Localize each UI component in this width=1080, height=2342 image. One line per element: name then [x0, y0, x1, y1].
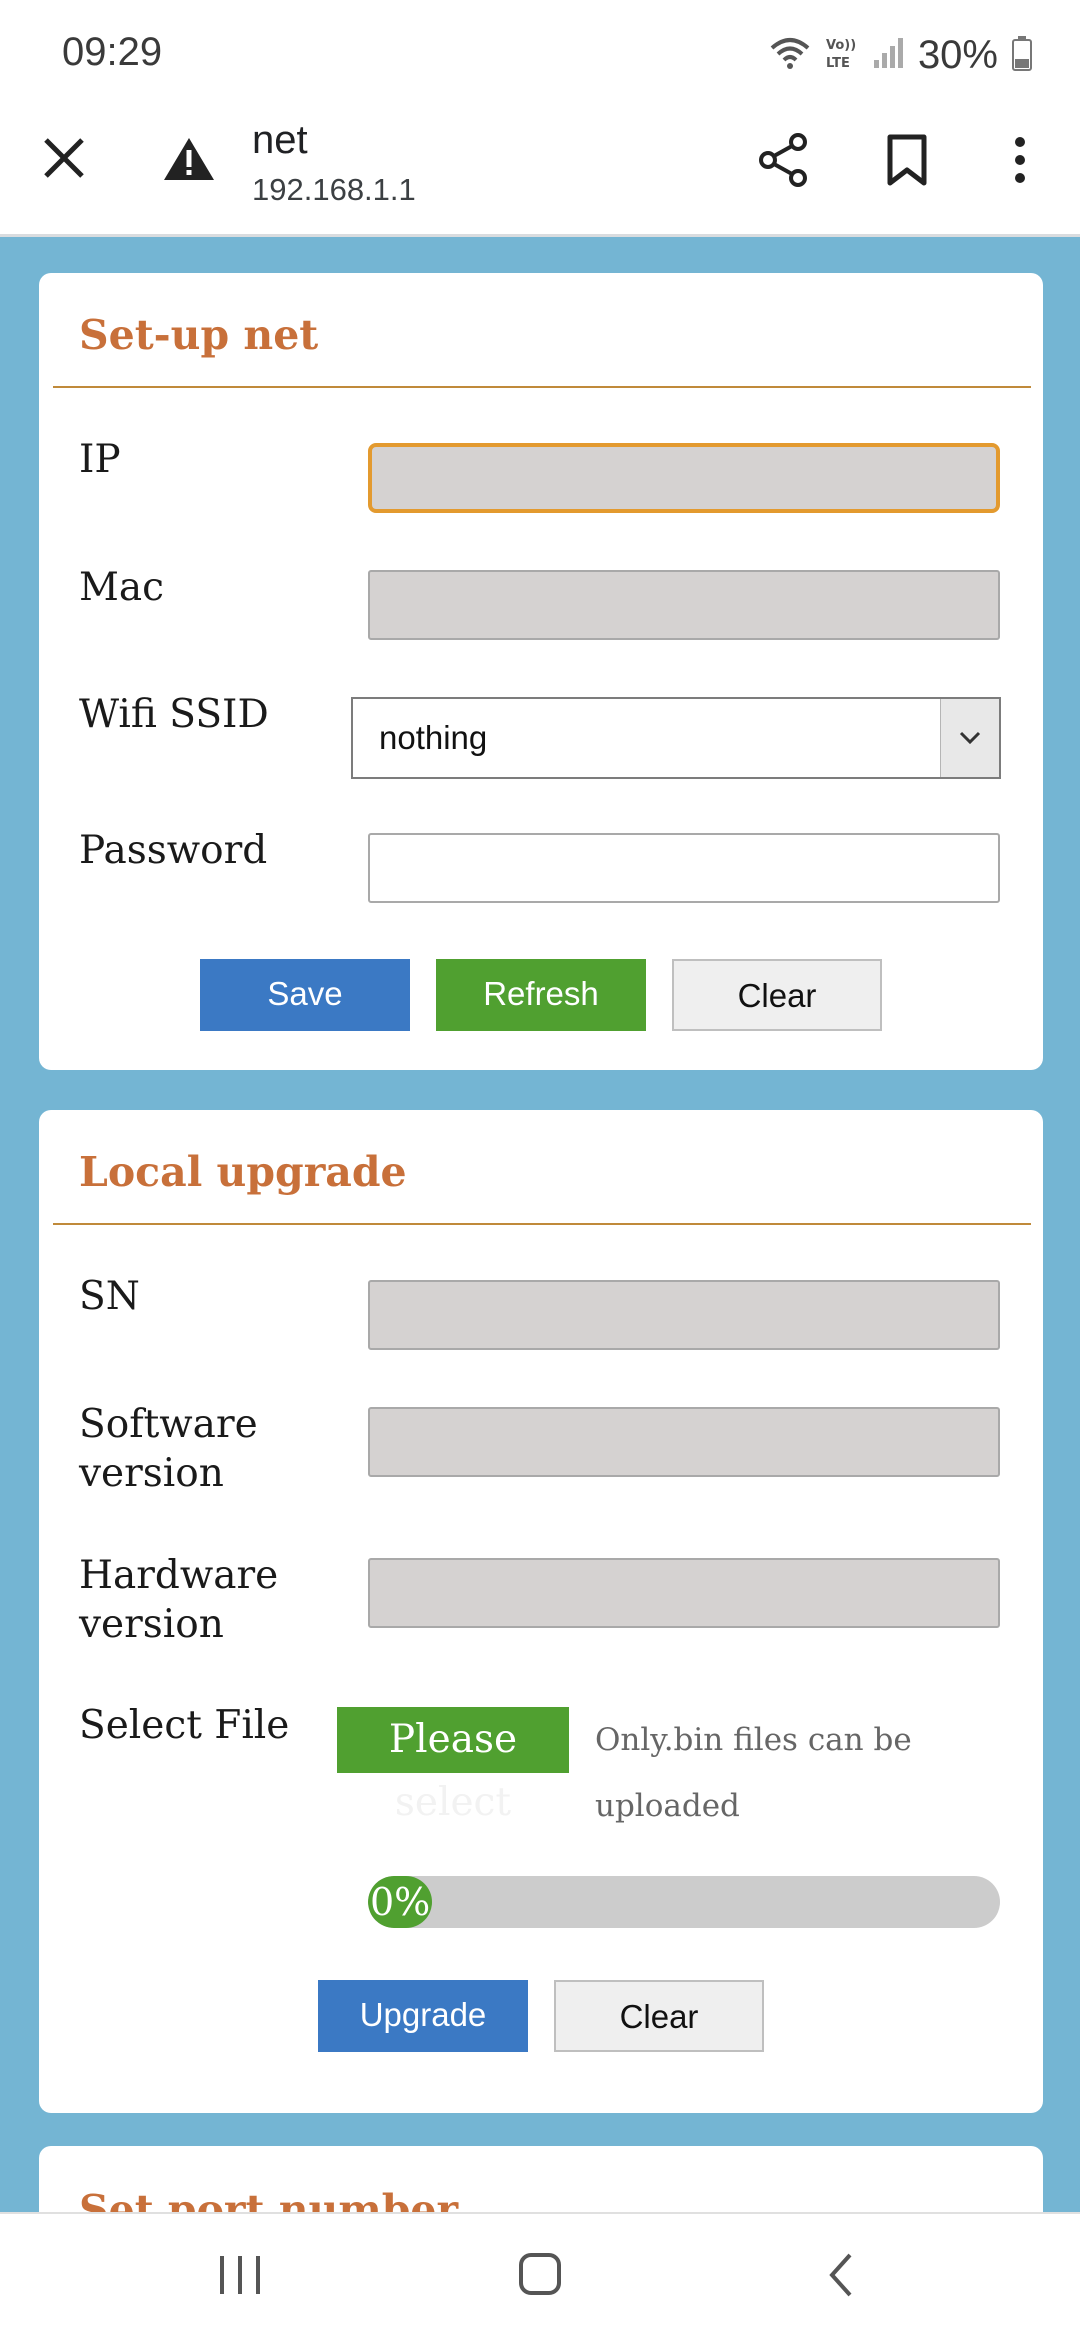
setup-net-card: Set-up net IP Mac Wifi SSID nothing Pass… [39, 273, 1043, 1070]
status-bar: 09:29 Vo)) LTE 30% [0, 0, 1080, 110]
page-title: net [252, 118, 308, 162]
file-hint-line2: uploaded [595, 1788, 740, 1824]
heading-divider [53, 386, 1031, 388]
status-time: 09:29 [62, 30, 163, 74]
svg-text:Vo)): Vo)) [826, 38, 856, 53]
home-icon[interactable] [518, 2252, 562, 2301]
wifi-icon [770, 36, 810, 75]
volte-icon: Vo)) LTE [824, 35, 858, 76]
file-hint-line1: Only.bin files can be [595, 1722, 912, 1758]
password-field[interactable] [368, 833, 1000, 903]
save-button[interactable]: Save [200, 959, 410, 1031]
more-icon[interactable] [1012, 136, 1028, 189]
recent-apps-icon[interactable] [218, 2254, 262, 2301]
bookmark-icon[interactable] [886, 134, 928, 191]
software-version-label: Software version [79, 1400, 258, 1498]
battery-percent: 30% [917, 32, 998, 77]
set-port-card: Set port number [39, 2146, 1043, 2212]
software-version-field[interactable] [368, 1407, 1000, 1477]
signal-icon [872, 36, 904, 75]
wifi-ssid-label: Wifi SSID [79, 692, 269, 737]
status-icons: Vo)) LTE 30% [770, 30, 1032, 80]
upload-progress-bar: 0% [368, 1876, 1000, 1928]
local-upgrade-heading: Local upgrade [79, 1148, 407, 1196]
select-file-button[interactable]: Please [337, 1707, 569, 1773]
mac-field[interactable] [368, 570, 1000, 640]
refresh-button[interactable]: Refresh [436, 959, 646, 1031]
close-icon[interactable] [42, 136, 86, 185]
software-label-line2: version [79, 1451, 224, 1496]
heading-divider [53, 1223, 1031, 1225]
chevron-down-icon[interactable] [940, 699, 999, 777]
upgrade-button[interactable]: Upgrade [318, 1980, 528, 2052]
battery-icon [1012, 35, 1032, 76]
hardware-version-label: Hardware version [79, 1551, 278, 1649]
select-file-button-label: Please [388, 1717, 518, 1762]
hardware-label-line1: Hardware [79, 1553, 279, 1598]
file-hint: Only.bin files can be uploaded [595, 1707, 995, 1839]
local-upgrade-card: Local upgrade SN Software version Hardwa… [39, 1110, 1043, 2113]
ip-field[interactable] [368, 443, 1000, 513]
wifi-ssid-selected: nothing [379, 719, 488, 756]
sn-field[interactable] [368, 1280, 1000, 1350]
page-url[interactable]: 192.168.1.1 [252, 172, 416, 208]
select-file-label: Select File [79, 1703, 290, 1748]
back-icon[interactable] [826, 2252, 856, 2303]
software-label-line1: Software [79, 1402, 258, 1447]
hardware-version-field[interactable] [368, 1558, 1000, 1628]
setup-net-heading: Set-up net [79, 311, 319, 359]
mac-label: Mac [79, 565, 165, 610]
password-label: Password [79, 828, 268, 873]
browser-toolbar [0, 110, 1080, 237]
wifi-ssid-select[interactable]: nothing [351, 697, 1001, 779]
hardware-label-line2: version [79, 1602, 224, 1647]
progress-text: 0% [370, 1880, 431, 1924]
select-file-button-overflow: select [394, 1780, 512, 1825]
system-nav-bar [0, 2212, 1080, 2342]
warning-icon[interactable] [162, 136, 216, 187]
share-icon[interactable] [756, 132, 810, 193]
sn-label: SN [79, 1274, 140, 1319]
set-port-heading: Set port number [79, 2186, 459, 2212]
page-content: Set-up net IP Mac Wifi SSID nothing Pass… [0, 237, 1080, 2212]
ip-label: IP [79, 437, 121, 482]
svg-text:LTE: LTE [826, 56, 850, 71]
clear-button[interactable]: Clear [672, 959, 882, 1031]
clear-upload-button[interactable]: Clear [554, 1980, 764, 2052]
